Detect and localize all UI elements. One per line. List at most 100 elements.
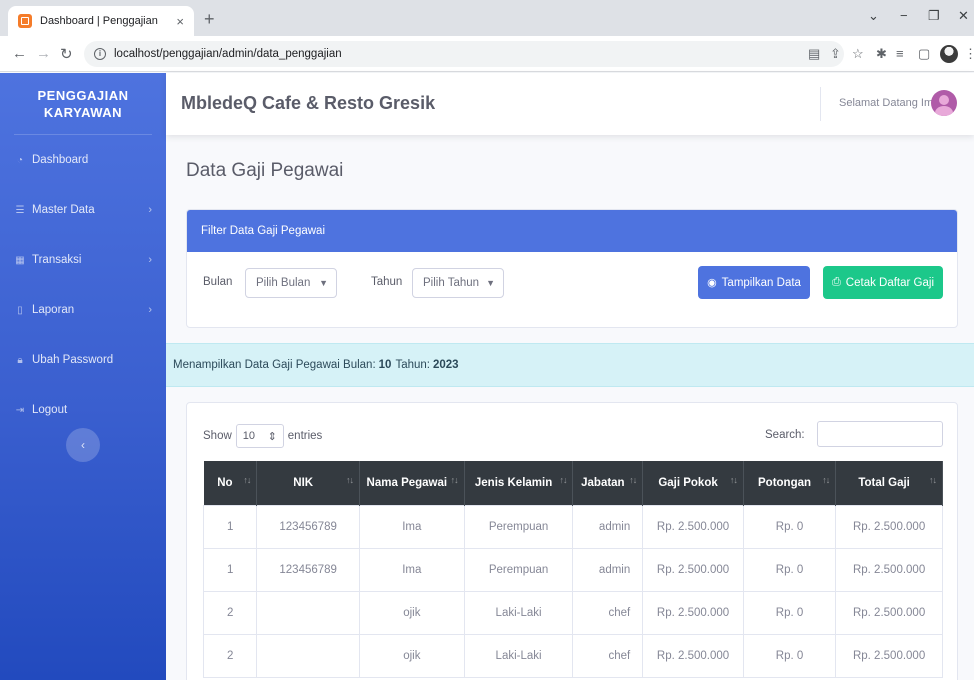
cell-gaji-pokok: Rp. 2.500.000 — [642, 547, 744, 592]
file-icon: ▯ — [17, 304, 23, 316]
cell-total-gaji: Rp. 2.500.000 — [835, 504, 943, 549]
cell-no: 2 — [202, 590, 258, 635]
browser-tabstrip: Dashboard | Penggajian × + ⌄ − ❐ ✕ — [0, 0, 974, 36]
side-panel-icon[interactable]: ▢ — [918, 46, 930, 62]
browser-menu-icon[interactable]: ⋮ — [964, 46, 974, 62]
cell-nik: 123456789 — [256, 547, 360, 592]
cell-nama: Ima — [358, 504, 465, 549]
table-row: 1 123456789 Ima Perempuan admin Rp. 2.50… — [202, 504, 943, 549]
column-header-potongan[interactable]: Potongan ↑↓ — [743, 461, 837, 505]
tab-search-icon[interactable]: ⌄ — [868, 8, 879, 24]
cell-potongan: Rp. 0 — [742, 547, 837, 592]
sort-icon: ↑↓ — [629, 475, 637, 485]
translate-icon[interactable]: ▤ — [808, 46, 820, 62]
topbar: MbledeQ Cafe & Resto Gresik Selamat Data… — [166, 73, 974, 135]
user-greeting[interactable]: Selamat Datang Ima — [839, 97, 939, 109]
topbar-divider — [820, 87, 821, 121]
salary-table: No ↑↓ NIK ↑↓ Nama Pegawai ↑↓ Jenis Kelamin ↑… — [202, 461, 943, 678]
column-header-nama-pegawai[interactable]: Nama Pegawai ↑↓ — [359, 461, 465, 505]
window-close-icon[interactable]: ✕ — [958, 8, 969, 24]
database-icon: ☰ — [15, 204, 25, 216]
new-tab-button[interactable]: + — [204, 10, 215, 28]
minimize-icon[interactable]: − — [900, 8, 908, 23]
share-icon[interactable]: ⇪ — [830, 46, 841, 62]
chevron-right-icon: › — [148, 304, 152, 316]
site-info-icon[interactable]: i — [94, 48, 106, 60]
reading-list-icon[interactable]: ≡ — [896, 46, 904, 61]
column-header-gaji-pokok[interactable]: Gaji Pokok ↑↓ — [642, 461, 744, 505]
sort-icon: ↑↓ — [450, 475, 459, 485]
column-header-jenis-kelamin[interactable]: Jenis Kelamin ↑↓ — [464, 461, 574, 505]
user-avatar[interactable] — [931, 90, 957, 116]
cell-jabatan: admin — [572, 547, 644, 592]
logout-icon: ⇥ — [15, 404, 25, 416]
column-header-total-gaji[interactable]: Total Gaji ↑↓ — [835, 461, 943, 505]
sidebar-brand[interactable]: PENGGAJIAN KARYAWAN — [14, 73, 152, 135]
sidebar-item-laporan[interactable]: ▯ Laporan › — [0, 285, 166, 335]
sidebar-item-dashboard[interactable]: ◔ Dashboard — [0, 135, 166, 185]
cell-nik — [256, 633, 360, 678]
alert-bulan: 10 — [378, 359, 392, 371]
tampilkan-data-button[interactable]: ◉ Tampilkan Data — [698, 266, 810, 299]
salary-table-card: Show 10 ⇕ entries Search: No ↑↓ NIK ↑↓ Nama… — [186, 402, 958, 680]
sidebar-toggle-button[interactable]: ‹ — [66, 428, 100, 462]
filter-card-header: Filter Data Gaji Pegawai — [187, 210, 957, 252]
tab-close-icon[interactable]: × — [176, 14, 184, 29]
favicon-icon — [18, 14, 32, 28]
bulan-label: Bulan — [203, 276, 233, 288]
column-header-jabatan[interactable]: Jabatan ↑↓ — [572, 461, 644, 505]
cell-gaji-pokok: Rp. 2.500.000 — [642, 633, 744, 678]
cell-nama: ojik — [358, 590, 465, 635]
cell-no: 1 — [202, 547, 258, 592]
address-bar[interactable]: i localhost/penggajian/admin/data_pengga… — [84, 41, 844, 67]
cell-potongan: Rp. 0 — [742, 590, 837, 635]
sidebar-item-ubah-password[interactable]: 🔒︎ Ubah Password — [0, 335, 166, 385]
column-header-nik[interactable]: NIK ↑↓ — [256, 461, 360, 505]
url-text: localhost/penggajian/admin/data_penggaji… — [114, 48, 342, 60]
cetak-daftar-gaji-button[interactable]: ⎙ Cetak Daftar Gaji — [823, 266, 943, 299]
chevron-right-icon: › — [148, 254, 152, 266]
extensions-icon[interactable]: ✱ — [876, 46, 887, 62]
sidebar: PENGGAJIAN KARYAWAN ◔ Dashboard ☰ Master … — [0, 73, 166, 680]
reload-icon[interactable]: ↻ — [60, 45, 73, 63]
cell-jenis-kelamin: Laki-Laki — [463, 590, 574, 635]
print-icon: ⎙ — [831, 276, 841, 288]
sidebar-item-master-data[interactable]: ☰ Master Data › — [0, 185, 166, 235]
tab-title: Dashboard | Penggajian — [40, 15, 158, 27]
alert-tahun: 2023 — [432, 359, 459, 371]
browser-profile-icon[interactable] — [940, 45, 958, 63]
entries-select[interactable]: 10 ⇕ — [235, 424, 284, 448]
filter-card: Filter Data Gaji Pegawai Bulan Pilih Bul… — [186, 209, 958, 328]
browser-toolbar: ← → ↻ i localhost/penggajian/admin/data_… — [0, 36, 974, 72]
cell-jabatan: admin — [572, 504, 644, 549]
cell-jenis-kelamin: Perempuan — [463, 547, 574, 592]
table-row: 2 ojik Laki-Laki chef Rp. 2.500.000 Rp. … — [202, 590, 943, 635]
app-title: MbledeQ Cafe & Resto Gresik — [181, 93, 436, 113]
updown-icon: ⇕ — [267, 430, 277, 443]
search-input[interactable] — [817, 421, 943, 447]
table-row: 1 123456789 Ima Perempuan admin Rp. 2.50… — [202, 547, 943, 592]
cell-nik — [256, 590, 360, 635]
sort-icon: ↑↓ — [929, 475, 937, 485]
tahun-select[interactable]: Pilih Tahun ▼ — [412, 268, 504, 298]
sort-icon: ↑↓ — [243, 475, 251, 485]
dashboard-icon: ◔ — [16, 154, 24, 166]
cell-jenis-kelamin: Perempuan — [463, 504, 574, 549]
cell-nik: 123456789 — [256, 504, 360, 549]
sort-icon: ↑↓ — [559, 475, 567, 485]
forward-icon[interactable]: → — [36, 45, 51, 62]
sidebar-item-transaksi[interactable]: ▦ Transaksi › — [0, 235, 166, 285]
cell-total-gaji: Rp. 2.500.000 — [835, 547, 943, 592]
bulan-select[interactable]: Pilih Bulan ▼ — [245, 268, 337, 298]
entries-length-control: Show 10 ⇕ entries — [203, 424, 322, 448]
back-icon[interactable]: ← — [12, 45, 27, 62]
cell-potongan: Rp. 0 — [742, 633, 837, 678]
browser-tab[interactable]: Dashboard | Penggajian × — [8, 6, 194, 36]
lock-icon: 🔒︎ — [17, 354, 23, 366]
cell-gaji-pokok: Rp. 2.500.000 — [642, 504, 744, 549]
maximize-icon[interactable]: ❐ — [928, 8, 940, 24]
cell-total-gaji: Rp. 2.500.000 — [835, 590, 943, 635]
cell-total-gaji: Rp. 2.500.000 — [835, 633, 943, 678]
bookmark-star-icon[interactable]: ☆ — [852, 46, 864, 62]
column-header-no[interactable]: No ↑↓ — [203, 461, 258, 505]
